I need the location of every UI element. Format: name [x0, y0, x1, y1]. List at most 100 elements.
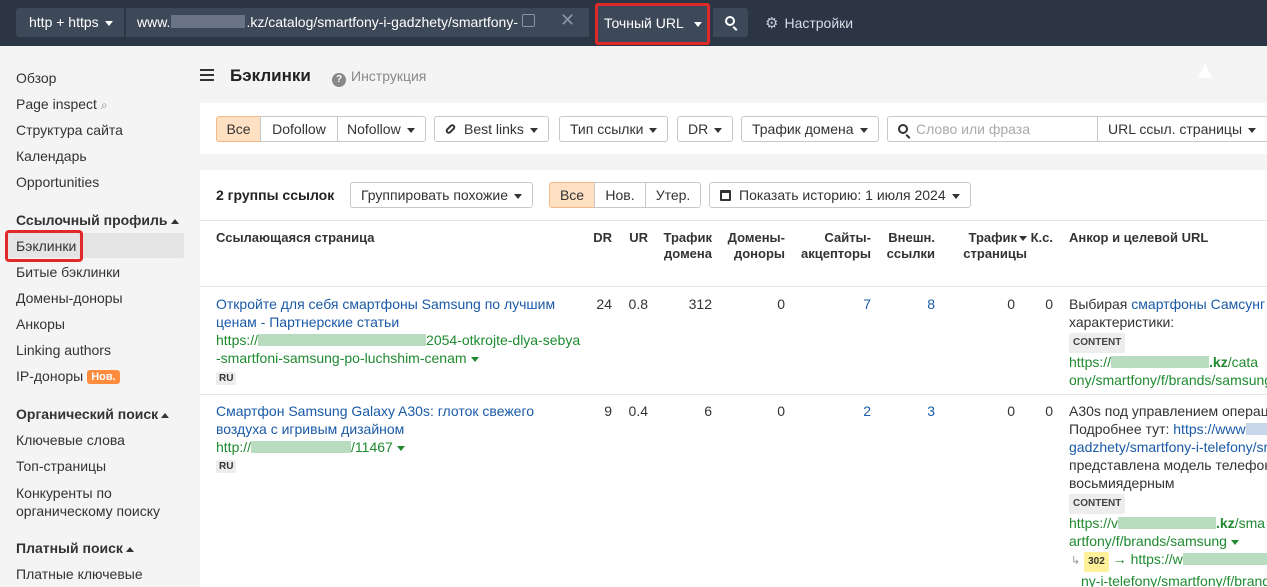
target-url-cont[interactable]: artfony/f/brands/samsung [1069, 532, 1267, 550]
status-lost[interactable]: Утер. [645, 182, 701, 208]
group-similar-dropdown[interactable]: Группировать похожие [350, 182, 533, 208]
sidebar-item-site-structure[interactable]: Структура сайта [16, 122, 123, 138]
filter-all[interactable]: Все [216, 116, 261, 142]
sidebar-section-organic[interactable]: Органический поиск [16, 406, 170, 422]
clear-icon[interactable]: ✕ [560, 10, 575, 31]
url-scope-dropdown[interactable]: URL ссыл. страницы [1097, 116, 1267, 142]
collapse-icon [170, 218, 179, 224]
anchor-text: A30s под управлением операц [1069, 403, 1267, 419]
sidebar-item-page-inspect[interactable]: Page inspect ⌕ [16, 96, 108, 113]
sort-desc-icon [1019, 236, 1027, 242]
col-domain-traffic[interactable]: Трафик домена [652, 230, 713, 262]
col-dr[interactable]: DR [582, 230, 612, 246]
sidebar-item-paid-keywords[interactable]: Платные ключевые [16, 566, 143, 582]
col-label: Внешн. [888, 230, 935, 245]
col-anchor-target[interactable]: Анкор и целевой URL [1069, 230, 1208, 246]
link-type-dropdown[interactable]: Тип ссылки [559, 116, 669, 142]
referring-page-url[interactable]: https:// 2054-otkrojte-dlya-sebya [216, 331, 581, 349]
divider [200, 394, 1267, 395]
url-part: https:// [216, 332, 259, 348]
url-part: https://v [1069, 515, 1119, 531]
col-ur[interactable]: UR [618, 230, 648, 246]
col-acceptors[interactable]: Сайты-акцепторы [795, 230, 871, 262]
referring-page-title[interactable]: Смартфон Samsung Galaxy A30s: глоток све… [216, 403, 534, 437]
sidebar-item-linking-authors[interactable]: Linking authors [16, 342, 111, 358]
keywords-value: 0 [1045, 403, 1053, 419]
referring-page-title[interactable]: Откройте для себя смартфоны Samsung по л… [216, 296, 555, 330]
acceptors-value[interactable]: 2 [795, 402, 871, 420]
url-part: /11467 [351, 439, 393, 455]
filter-label: Тип ссылки [570, 121, 644, 137]
chevron-down-icon [714, 127, 723, 133]
anchor-link[interactable]: смартфоны Самсунг [1131, 296, 1265, 312]
title-line: Смартфон Samsung Galaxy A30s: глоток све… [216, 403, 535, 419]
title-line: ценам - Партнерские статьи [216, 314, 400, 330]
sidebar-section-paid[interactable]: Платный поиск [16, 540, 134, 556]
search-input[interactable] [916, 121, 1091, 137]
redirect-url[interactable]: → https://w [1113, 551, 1267, 567]
groups-count: 2 группы ссылок [216, 187, 335, 203]
target-url[interactable]: https:// .kz/cata [1069, 353, 1267, 371]
status-new[interactable]: Нов. [594, 182, 646, 208]
sidebar-item-calendar[interactable]: Календарь [16, 148, 87, 164]
sidebar-item-keywords[interactable]: Ключевые слова [16, 432, 125, 448]
col-referring-domains[interactable]: Домены-доноры [720, 230, 785, 262]
external-links-value[interactable]: 8 [880, 295, 935, 313]
ur-value: 0.8 [628, 296, 648, 312]
col-label: Трафик [968, 230, 1018, 245]
title-line: воздуха с игривым дизайном [216, 421, 405, 437]
page-traffic-value: 0 [1007, 296, 1015, 312]
anchor-cell: Выбирая смартфоны Самсунг характеристики… [1069, 295, 1267, 389]
sidebar-item-overview[interactable]: Обзор [16, 70, 56, 86]
donors-value: 0 [777, 403, 785, 419]
redirect-url-cont[interactable]: ny-i-telefony/smartfony/f/brands [1069, 572, 1267, 587]
search-button[interactable] [713, 8, 748, 37]
anchor-link[interactable]: https://www [1173, 421, 1245, 437]
acceptors-value[interactable]: 7 [795, 295, 871, 313]
search-field[interactable] [887, 116, 1098, 142]
target-url[interactable]: https://v .kz/sma [1069, 514, 1267, 532]
sidebar-item-opportunities[interactable]: Opportunities [16, 174, 99, 190]
url-input[interactable]: www. .kz/catalog/smartfony-i-gadzhety/sma… [126, 8, 589, 37]
target-url-cont[interactable]: ony/smartfony/f/brands/samsung [1069, 371, 1267, 389]
sidebar-item-top-pages[interactable]: Топ-страницы [16, 458, 106, 474]
filter-label: Трафик домена [752, 121, 854, 137]
anchor-link[interactable]: gadzhety/smartfony-i-telefony/sm [1069, 438, 1267, 456]
sidebar-item-broken-backlinks[interactable]: Битые бэклинки [16, 264, 120, 280]
referring-page-url[interactable]: http:// /11467 [216, 438, 581, 456]
url-part: https:// [1069, 354, 1112, 370]
col-external-links[interactable]: Внешн. ссылки [880, 230, 935, 262]
table-row: Откройте для себя смартфоны Samsung по л… [216, 295, 581, 367]
settings-button[interactable]: ⚙ Настройки [765, 14, 853, 32]
sidebar-item-organic-competitors[interactable]: Конкуренты по органическому поиску [16, 484, 160, 520]
external-links-value[interactable]: 3 [880, 402, 935, 420]
protocol-dropdown[interactable]: http + https [16, 8, 124, 37]
best-links-dropdown[interactable]: Best links [434, 116, 549, 142]
filter-dofollow[interactable]: Dofollow [260, 116, 338, 142]
history-dropdown[interactable]: Показать историю: 1 июля 2024 [709, 182, 971, 208]
redirect-row: ↳ 302 → https://w [1069, 550, 1267, 572]
domain-traffic-dropdown[interactable]: Трафик домена [741, 116, 879, 142]
dr-value: 24 [596, 296, 612, 312]
chevron-down-icon [693, 21, 702, 27]
col-page-traffic[interactable]: Трафик страницы [945, 230, 1027, 262]
col-referring-page[interactable]: Ссылающаяся страница [216, 230, 375, 246]
match-mode-dropdown[interactable]: Точный URL [595, 3, 710, 45]
chevron-down-icon [514, 193, 522, 199]
filter-nofollow[interactable]: Nofollow [337, 116, 426, 142]
chevron-down-icon [649, 127, 658, 133]
col-keywords[interactable]: К.с. [1027, 230, 1053, 246]
sidebar-item-ip-donors[interactable]: IP-доноры Нов. [16, 368, 120, 384]
sidebar-item-backlinks[interactable]: Бэклинки [16, 238, 76, 254]
filter-label: DR [688, 121, 709, 137]
status-all[interactable]: Все [549, 182, 595, 208]
sidebar-item-referring-domains[interactable]: Домены-доноры [16, 290, 123, 306]
referring-page-url-cont[interactable]: -smartfoni-samsung-po-luchshim-cenam [216, 349, 581, 367]
menu-icon[interactable] [200, 69, 214, 81]
dr-value: 9 [604, 403, 612, 419]
sidebar-section-links[interactable]: Ссылочный профиль [16, 212, 179, 228]
external-link-icon[interactable] [522, 14, 535, 27]
sidebar-item-anchors[interactable]: Анкоры [16, 316, 65, 332]
help-link[interactable]: ? Инструкция [332, 68, 426, 87]
dr-dropdown[interactable]: DR [677, 116, 734, 142]
